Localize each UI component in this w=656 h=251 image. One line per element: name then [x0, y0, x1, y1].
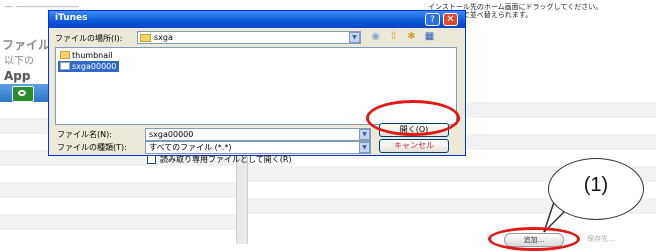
filetype-select[interactable]: すべてのファイル (*.*): [145, 141, 371, 154]
filename-label: ファイル名(N):: [57, 130, 112, 139]
section-title: ファイル: [2, 38, 51, 52]
back-icon[interactable]: ◉: [369, 31, 382, 43]
file-name: thumbnail: [72, 51, 113, 60]
look-in-label: ファイルの場所(I):: [55, 34, 123, 43]
file-icon: [60, 62, 70, 70]
dialog-title: iTunes: [55, 13, 88, 23]
dialog-titlebar[interactable]: iTunes ? ✕: [49, 11, 465, 28]
views-menu-icon[interactable]: ▦: [423, 31, 436, 43]
app-heading: App: [4, 69, 31, 83]
highlight-add-button: [488, 227, 580, 251]
close-icon[interactable]: ✕: [443, 13, 458, 26]
callout-label: (1): [583, 174, 609, 196]
filetype-label: ファイルの種類(T):: [57, 143, 127, 152]
filename-input[interactable]: sxga00000: [145, 128, 371, 141]
chevron-down-icon[interactable]: ▼: [359, 142, 370, 153]
new-folder-icon[interactable]: ✱: [405, 31, 418, 43]
up-folder-icon[interactable]: ⇧: [387, 31, 400, 43]
highlight-open-button: [366, 100, 460, 136]
app-icon: [12, 86, 34, 102]
folder-icon: [140, 34, 151, 42]
list-item[interactable]: sxga00000: [58, 61, 120, 72]
help-icon[interactable]: ?: [425, 13, 440, 26]
file-name: sxga00000: [72, 62, 117, 71]
folder-icon: [60, 51, 70, 59]
save-to-button[interactable]: 保存先...: [572, 233, 630, 245]
list-item[interactable]: thumbnail: [58, 50, 113, 61]
readonly-label: 読み取り専用ファイルとして開く(R): [160, 155, 292, 164]
chevron-down-icon[interactable]: ▼: [349, 32, 360, 43]
chevron-down-icon[interactable]: ▼: [359, 129, 370, 140]
cancel-button-label: キャンセル: [394, 141, 434, 150]
look-in-select[interactable]: sxga: [137, 31, 361, 44]
section-subtitle: 以下の: [4, 56, 34, 67]
readonly-checkbox[interactable]: [147, 155, 156, 164]
cancel-button[interactable]: キャンセル: [379, 139, 449, 153]
